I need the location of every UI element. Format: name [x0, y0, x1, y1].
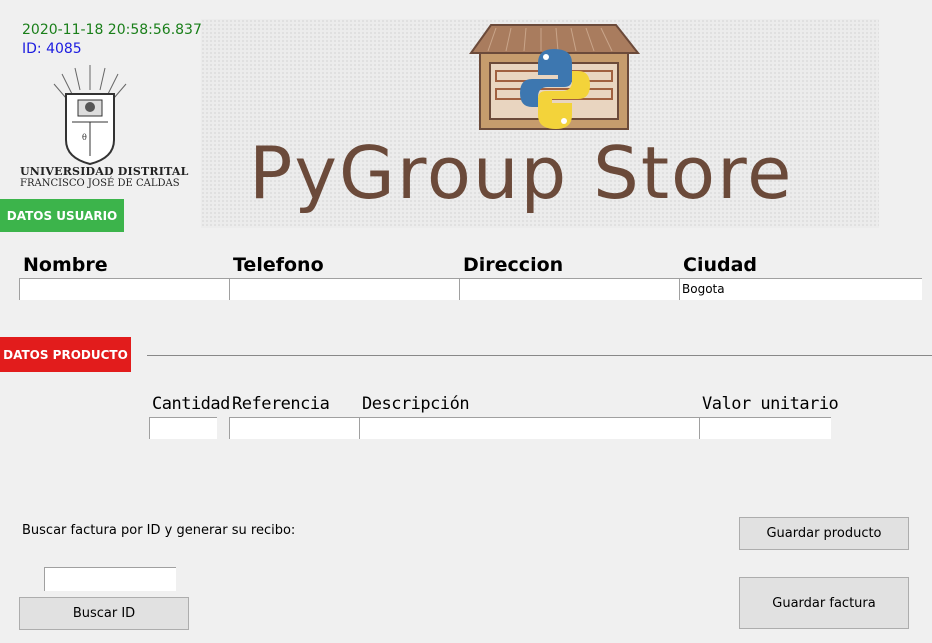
store-title: PyGroup Store [249, 131, 794, 215]
quantity-header: Cantidad [152, 394, 230, 414]
unit-price-input[interactable] [699, 417, 831, 439]
description-header: Descripción [362, 394, 470, 414]
university-name: UNIVERSIDAD DISTRITAL [20, 165, 189, 178]
section-divider [147, 355, 932, 356]
address-header: Direccion [463, 254, 564, 276]
invoice-id-input[interactable] [44, 567, 176, 591]
search-invoice-label: Buscar factura por ID y generar su recib… [22, 523, 296, 538]
timestamp-label: 2020-11-18 20:58:56.83795 [22, 22, 220, 38]
store-house-icon [469, 24, 641, 130]
reference-input[interactable] [229, 417, 360, 439]
invoice-id-label: ID: 4085 [22, 41, 82, 57]
search-id-button[interactable]: Buscar ID [19, 597, 189, 630]
save-product-button[interactable]: Guardar producto [739, 517, 909, 550]
city-input[interactable]: Bogota [679, 278, 922, 300]
user-data-badge: DATOS USUARIO [0, 199, 124, 232]
city-input-value: Bogota [682, 282, 725, 296]
phone-header: Telefono [233, 254, 324, 276]
phone-input[interactable] [229, 278, 460, 300]
store-banner: PyGroup Store [201, 19, 879, 228]
unit-price-header: Valor unitario [702, 394, 839, 414]
description-input[interactable] [359, 417, 700, 439]
university-subtitle: FRANCISCO JOSÉ DE CALDAS [20, 178, 180, 189]
name-input[interactable] [19, 278, 230, 300]
svg-text:θ: θ [82, 133, 87, 142]
save-invoice-button[interactable]: Guardar factura [739, 577, 909, 629]
address-input[interactable] [459, 278, 680, 300]
name-header: Nombre [23, 254, 108, 276]
product-data-badge: DATOS PRODUCTO [0, 337, 131, 372]
reference-header: Referencia [232, 394, 330, 414]
quantity-input[interactable] [149, 417, 217, 439]
city-header: Ciudad [683, 254, 758, 276]
